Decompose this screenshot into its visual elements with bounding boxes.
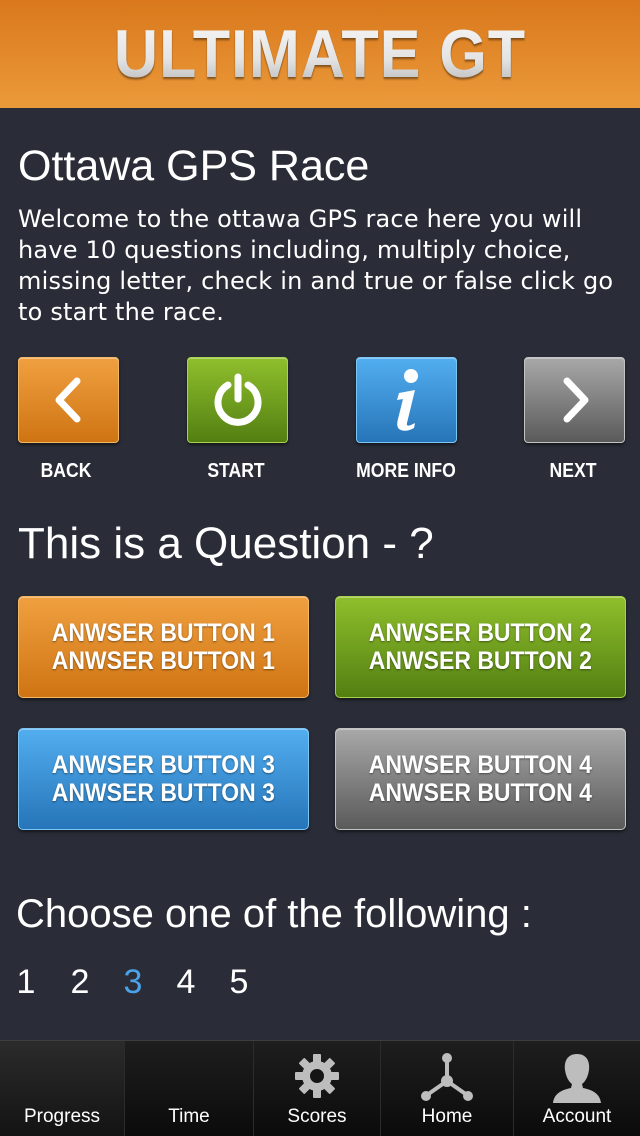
tab-home[interactable]: Home	[381, 1041, 514, 1136]
app-title: ULTIMATE GT	[114, 0, 526, 108]
back-label: BACK	[40, 460, 92, 482]
more-info-button[interactable]	[356, 357, 457, 443]
answer-4-line1: ANWSER BUTTON 4	[368, 751, 593, 779]
start-label: START	[207, 460, 265, 482]
answer-3-line2: ANWSER BUTTON 3	[51, 779, 276, 807]
answer-2-line2: ANWSER BUTTON 2	[368, 647, 593, 675]
page-option-1[interactable]: 1	[6, 958, 46, 1006]
page-title: Ottawa GPS Race	[18, 142, 370, 190]
answer-button-4[interactable]: ANWSER BUTTON 4 ANWSER BUTTON 4	[335, 728, 626, 830]
info-icon	[396, 369, 418, 431]
tab-progress-label: Progress	[23, 1106, 101, 1127]
tab-account[interactable]: Account	[514, 1041, 640, 1136]
tab-progress[interactable]: Progress	[0, 1041, 125, 1136]
chevron-right-icon	[563, 377, 588, 423]
tab-scores[interactable]: Scores	[254, 1041, 381, 1136]
answer-button-3[interactable]: ANWSER BUTTON 3 ANWSER BUTTON 3	[18, 728, 309, 830]
app-header: ULTIMATE GT	[0, 0, 640, 108]
chevron-left-icon	[55, 377, 80, 423]
question-text: This is a Question - ?	[18, 519, 434, 568]
tab-time-label: Time	[168, 1106, 210, 1127]
next-label: NEXT	[549, 460, 597, 482]
page-selector: 1 2 3 4 5	[0, 958, 640, 1008]
answer-2-line1: ANWSER BUTTON 2	[368, 619, 593, 647]
next-button[interactable]	[524, 357, 625, 443]
answer-1-line2: ANWSER BUTTON 1	[51, 647, 276, 675]
tab-bar: Progress Time Scores Home Account	[0, 1040, 640, 1136]
choose-prompt: Choose one of the following :	[16, 892, 532, 936]
tab-account-label: Account	[542, 1106, 612, 1127]
start-button[interactable]	[187, 357, 288, 443]
power-icon	[214, 373, 261, 426]
answer-button-2[interactable]: ANWSER BUTTON 2 ANWSER BUTTON 2	[335, 596, 626, 698]
page-option-4[interactable]: 4	[166, 958, 206, 1006]
page-option-2[interactable]: 2	[60, 958, 100, 1006]
page-option-5[interactable]: 5	[219, 958, 259, 1006]
answer-4-line2: ANWSER BUTTON 4	[368, 779, 593, 807]
answer-3-line1: ANWSER BUTTON 3	[51, 751, 276, 779]
answer-button-1[interactable]: ANWSER BUTTON 1 ANWSER BUTTON 1	[18, 596, 309, 698]
tab-scores-label: Scores	[287, 1106, 347, 1127]
tab-time[interactable]: Time	[125, 1041, 254, 1136]
tab-home-label: Home	[421, 1106, 473, 1127]
answer-1-line1: ANWSER BUTTON 1	[51, 619, 276, 647]
more-info-label: MORE INFO	[356, 460, 456, 482]
user-icon	[553, 1054, 601, 1103]
gear-icon	[295, 1054, 339, 1098]
back-button[interactable]	[18, 357, 119, 443]
page-option-3[interactable]: 3	[113, 958, 153, 1006]
intro-text: Welcome to the ottawa GPS race here you …	[18, 205, 614, 326]
network-icon	[421, 1053, 473, 1101]
